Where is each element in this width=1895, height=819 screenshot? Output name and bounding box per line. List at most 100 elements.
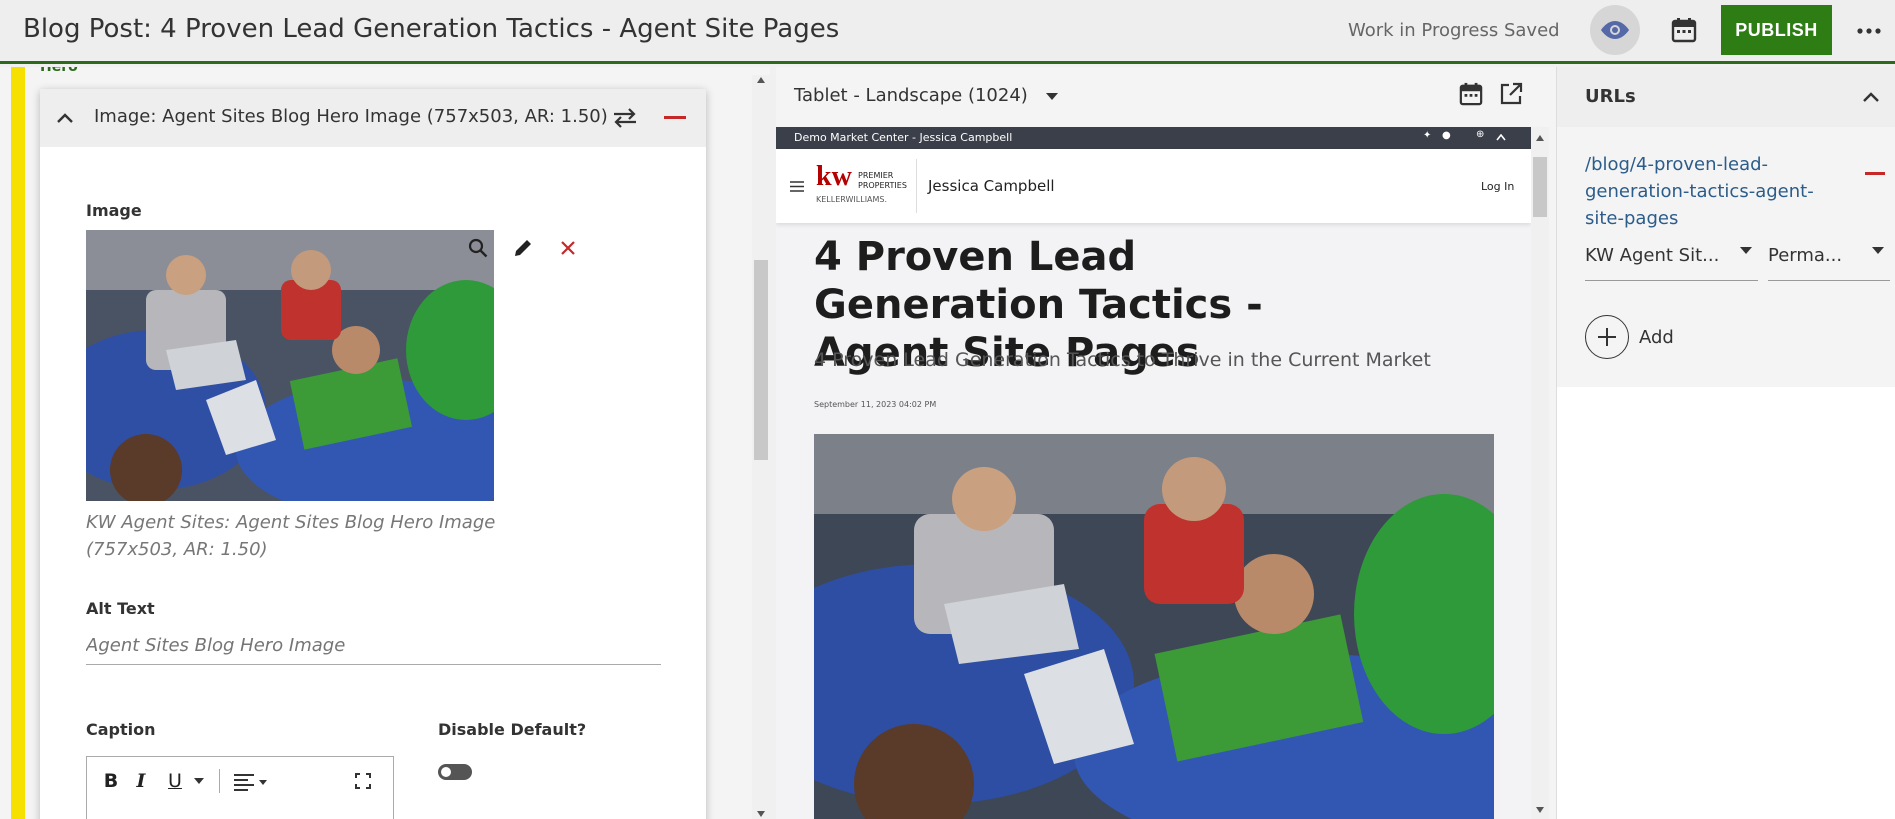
open-in-new-icon [1500,82,1523,105]
preview-image-button[interactable] [464,234,492,262]
swap-image-button[interactable] [610,103,640,133]
chevron-up-icon[interactable] [1496,134,1506,141]
minus-icon [664,116,686,119]
facebook-icon[interactable]: ● [1442,130,1451,141]
hero-section-label: Hero [40,67,78,75]
editor-pane: Hero Image: Agent Sites Blog Hero Image … [0,67,770,819]
remove-component-button[interactable] [660,103,690,133]
preview-schedule-button[interactable] [1456,79,1486,109]
image-card-header[interactable]: Image: Agent Sites Blog Hero Image (757x… [40,89,706,147]
add-url-label: Add [1639,326,1674,348]
calendar-icon [1671,18,1697,43]
site-navbar: kw PREMIER PROPERTIES KELLERWILLIAMS. Je… [776,149,1531,223]
preview-pane: Tablet - Landscape (1024) Demo Market Ce… [776,67,1556,819]
eye-icon [1601,21,1629,39]
image-caption-text: KW Agent Sites: Agent Sites Blog Hero Im… [86,512,496,560]
disable-default-toggle[interactable] [438,764,472,780]
format-dropdown-button[interactable] [191,773,207,789]
preview-eye-button[interactable] [1590,5,1640,55]
underline-button[interactable]: U [165,770,185,792]
toolbar-divider [219,769,220,793]
post-subtitle: 4 Proven Lead Generation Tactics to Thri… [814,349,1431,371]
scroll-down-arrow-icon [1536,807,1544,813]
save-status: Work in Progress Saved [1348,20,1560,41]
add-circle [1585,315,1629,359]
site-top-strip: Demo Market Center - Jessica Campbell ✦ … [776,127,1531,149]
remove-image-button[interactable] [554,234,582,262]
image-component-card: Image: Agent Sites Blog Hero Image (757x… [40,89,706,819]
globe-icon[interactable]: ⊕ [1476,129,1484,140]
collapse-button[interactable] [52,105,78,131]
disable-default-label: Disable Default? [438,720,587,739]
caret-down-icon [1872,247,1884,254]
image-thumbnail [86,230,494,501]
caret-down-icon [1045,92,1058,100]
italic-button[interactable]: I [131,770,151,792]
kw-logo-properties: PROPERTIES [858,181,907,190]
more-options-button[interactable] [1852,14,1886,48]
fullscreen-button[interactable] [353,771,373,791]
fullscreen-icon [355,773,371,789]
plus-icon [1598,328,1616,346]
swap-arrows-icon [614,108,636,128]
chevron-up-icon [57,113,73,123]
align-dropdown-button[interactable] [233,771,269,793]
page-title: Blog Post: 4 Proven Lead Generation Tact… [23,14,840,44]
remove-url-icon[interactable] [1865,172,1885,175]
chevron-up-icon[interactable] [1863,92,1879,102]
url-type-value: Perma... [1768,245,1843,266]
device-size-select[interactable]: Tablet - Landscape (1024) [794,85,1058,106]
editor-scrollbar-thumb[interactable] [754,260,768,460]
site-select[interactable]: KW Agent Sit... [1585,237,1758,281]
scroll-up-arrow-icon [1536,135,1544,141]
pencil-icon [515,240,531,256]
caret-down-icon [1740,247,1752,254]
toolbar-row-2 [107,813,267,815]
urls-body: /blog/4-proven-lead-generation-tactics-a… [1557,127,1895,387]
more-horizontal-icon [1857,28,1881,34]
image-field-label: Image [86,201,142,220]
url-type-select[interactable]: Perma... [1768,237,1890,281]
image-card-title: Image: Agent Sites Blog Hero Image (757x… [94,106,608,127]
login-link[interactable]: Log In [1481,180,1514,193]
site-market-center: Demo Market Center - Jessica Campbell [794,131,1013,144]
site-select-value: KW Agent Sit... [1585,245,1720,266]
urls-header[interactable]: URLs [1557,67,1895,127]
editor-scrollbar[interactable] [752,75,770,819]
top-bar: Blog Post: 4 Proven Lead Generation Tact… [0,0,1895,64]
preview-scrollbar-thumb[interactable] [1533,157,1547,217]
calendar-icon [1459,82,1483,106]
hamburger-menu-icon[interactable] [790,181,804,192]
add-url-button[interactable]: Add [1585,315,1674,359]
device-size-value: Tablet - Landscape (1024) [794,85,1028,106]
kw-logo-premier: PREMIER [858,171,894,180]
url-link[interactable]: /blog/4-proven-lead-generation-tactics-a… [1585,151,1845,232]
alt-text-label: Alt Text [86,599,155,618]
kw-logo: kw PREMIER PROPERTIES KELLERWILLIAMS. [816,161,907,207]
kw-logo-kellerwilliams: KELLERWILLIAMS. [816,195,888,204]
post-date: September 11, 2023 04:02 PM [814,400,937,409]
hero-section-indicator [11,67,25,819]
scroll-down-arrow-icon [757,811,765,817]
alt-text-input[interactable] [86,627,661,665]
nav-divider [916,159,917,213]
caption-rich-text-editor[interactable]: B I U [86,756,394,819]
site-preview-frame: Demo Market Center - Jessica Campbell ✦ … [776,127,1531,819]
publish-button[interactable]: PUBLISH [1721,5,1832,55]
post-hero-image [814,434,1494,819]
bold-button[interactable]: B [101,770,121,792]
search-icon [468,238,488,258]
agent-name[interactable]: Jessica Campbell [928,177,1055,195]
caret-down-icon [194,778,204,784]
close-icon [561,241,575,255]
schedule-button[interactable] [1664,10,1704,50]
align-left-icon [234,774,267,791]
caption-label: Caption [86,720,156,739]
preview-scrollbar[interactable] [1531,127,1549,819]
open-external-button[interactable] [1496,79,1526,109]
urls-pane: URLs /blog/4-proven-lead-generation-tact… [1556,67,1895,819]
twitter-icon[interactable]: ✦ [1423,130,1431,141]
edit-image-button[interactable] [509,234,537,262]
kw-logo-mark: kw [816,161,852,192]
scroll-up-arrow-icon [757,77,765,83]
